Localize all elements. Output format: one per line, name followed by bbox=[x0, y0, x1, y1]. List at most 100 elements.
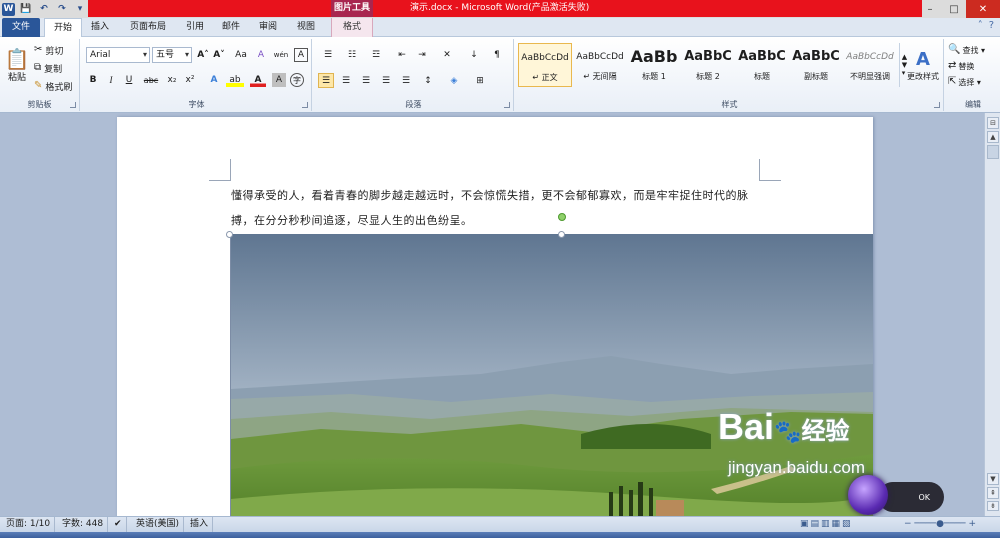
tab-page-layout[interactable]: 页面布局 bbox=[122, 18, 174, 37]
borders-button[interactable]: ⊞ bbox=[470, 73, 490, 88]
scroll-down-button[interactable]: ▼ bbox=[987, 473, 999, 485]
bullets-button[interactable]: ☰ bbox=[318, 48, 338, 62]
maximize-button[interactable]: □ bbox=[942, 0, 966, 18]
distributed-button[interactable]: ☰ bbox=[398, 73, 414, 88]
char-shading-button[interactable]: A bbox=[272, 73, 286, 87]
underline-button[interactable]: U bbox=[122, 73, 136, 87]
minimize-button[interactable]: – bbox=[918, 0, 942, 18]
redo-icon[interactable]: ↷ bbox=[55, 2, 69, 16]
shading-button[interactable]: ◈ bbox=[444, 73, 464, 88]
prev-page-button[interactable]: ⇞ bbox=[987, 487, 999, 499]
align-center-button[interactable]: ☰ bbox=[338, 73, 354, 88]
status-word-count[interactable]: 字数: 448 bbox=[58, 517, 109, 532]
font-color-button[interactable]: A bbox=[250, 73, 266, 87]
highlight-button[interactable]: ab bbox=[226, 73, 244, 87]
multilevel-list-button[interactable]: ☲ bbox=[366, 48, 386, 62]
status-bar: 页面: 1/10 字数: 448 ✔ 英语(美国) 插入 ▣▤▥▦▧ − ───… bbox=[0, 516, 1000, 532]
proofing-icon[interactable]: ✔ bbox=[110, 517, 127, 532]
strikethrough-button[interactable]: abc bbox=[140, 73, 162, 87]
style-heading-2[interactable]: AaBbC 标题 2 bbox=[681, 43, 735, 87]
style-heading-1[interactable]: AaBb 标题 1 bbox=[627, 43, 681, 87]
tab-mailings[interactable]: 邮件 bbox=[216, 18, 246, 37]
italic-button[interactable]: I bbox=[104, 73, 118, 87]
word-logo-icon[interactable]: W bbox=[2, 2, 15, 16]
close-button[interactable]: ✕ bbox=[966, 0, 1000, 18]
cut-button[interactable]: ✂ 剪切 bbox=[34, 43, 63, 57]
status-language[interactable]: 英语(美国) bbox=[132, 517, 185, 532]
sort-button[interactable]: ↓ bbox=[466, 48, 482, 62]
shrink-font-button[interactable]: A˅ bbox=[212, 48, 226, 62]
rotate-handle[interactable] bbox=[558, 213, 566, 221]
change-styles-button[interactable]: A 更改样式 bbox=[902, 43, 944, 87]
replace-button[interactable]: ⇄ 替换 bbox=[948, 59, 974, 73]
align-left-button[interactable]: ☰ bbox=[318, 73, 334, 88]
next-page-button[interactable]: ⇟ bbox=[987, 501, 999, 511]
font-launcher[interactable] bbox=[302, 102, 308, 108]
paste-button[interactable]: 📋 粘贴 bbox=[4, 43, 30, 87]
copy-button[interactable]: ⧉ 复制 bbox=[34, 61, 62, 75]
vertical-scrollbar[interactable]: ⊟ ▲ ▼ ⇞ ⇟ bbox=[984, 113, 1000, 516]
quick-access-toolbar: W 💾 ↶ ↷ ▾ bbox=[2, 1, 87, 17]
scroll-up-button[interactable]: ▲ bbox=[987, 131, 999, 143]
status-insert-mode[interactable]: 插入 bbox=[186, 517, 214, 532]
tab-file[interactable]: 文件 bbox=[2, 18, 40, 37]
watermark-brand-latin: Bai bbox=[718, 406, 775, 447]
save-icon[interactable]: 💾 bbox=[19, 2, 33, 16]
format-painter-button[interactable]: ✎ 格式刷 bbox=[34, 79, 72, 93]
clear-format-button[interactable]: A bbox=[254, 48, 268, 62]
tab-review[interactable]: 审阅 bbox=[252, 18, 284, 37]
zoom-slider[interactable]: − ────●──── + bbox=[900, 517, 980, 532]
clipboard-launcher[interactable] bbox=[70, 102, 76, 108]
numbering-button[interactable]: ☷ bbox=[342, 48, 362, 62]
style-no-spacing[interactable]: AaBbCcDd ↵ 无间隔 bbox=[573, 43, 627, 87]
styles-launcher[interactable] bbox=[934, 102, 940, 108]
document-workspace[interactable]: 懂得承受的人，看着青春的脚步越走越远时，不会惊慌失措，更不会郁郁寡欢，而是牢牢捉… bbox=[0, 113, 984, 516]
superscript-button[interactable]: x² bbox=[182, 73, 198, 87]
justify-button[interactable]: ☰ bbox=[378, 73, 394, 88]
char-border-button[interactable]: A bbox=[294, 48, 308, 62]
margin-mark-top-right bbox=[759, 159, 781, 181]
os-taskbar bbox=[0, 532, 1000, 538]
bold-button[interactable]: B bbox=[86, 73, 100, 87]
style-title[interactable]: AaBbC 标题 bbox=[735, 43, 789, 87]
increase-indent-button[interactable]: ⇥ bbox=[414, 48, 430, 62]
styles-group: AaBbCcDd ↵ 正文 AaBbCcDd ↵ 无间隔 AaBb 标题 1 A… bbox=[516, 39, 944, 111]
floating-orb[interactable] bbox=[848, 475, 888, 515]
tab-home[interactable]: 开始 bbox=[44, 18, 82, 37]
tab-insert[interactable]: 插入 bbox=[84, 18, 116, 37]
tab-view[interactable]: 视图 bbox=[290, 18, 322, 37]
ruler-toggle-icon[interactable]: ⊟ bbox=[987, 117, 999, 129]
grow-font-button[interactable]: A˄ bbox=[196, 48, 210, 62]
view-buttons[interactable]: ▣▤▥▦▧ bbox=[796, 517, 857, 532]
subscript-button[interactable]: x₂ bbox=[164, 73, 180, 87]
tab-format[interactable]: 格式 bbox=[331, 18, 373, 37]
status-page[interactable]: 页面: 1/10 bbox=[2, 517, 56, 532]
show-marks-button[interactable]: ¶ bbox=[490, 48, 504, 62]
scroll-thumb[interactable] bbox=[987, 145, 999, 159]
style-subtle-emphasis[interactable]: AaBbCcDd 不明显强调 bbox=[843, 43, 897, 87]
resize-handle-top-left[interactable] bbox=[226, 231, 233, 238]
chinese-layout-button[interactable]: ✕ bbox=[438, 48, 456, 62]
tab-references[interactable]: 引用 bbox=[180, 18, 210, 37]
decrease-indent-button[interactable]: ⇤ bbox=[394, 48, 410, 62]
minimize-ribbon-icon[interactable]: ˄ bbox=[978, 20, 983, 31]
resize-handle-top-center[interactable] bbox=[558, 231, 565, 238]
align-right-button[interactable]: ☰ bbox=[358, 73, 374, 88]
find-button[interactable]: 🔍 查找 ▾ bbox=[948, 43, 985, 57]
style-normal[interactable]: AaBbCcDd ↵ 正文 bbox=[518, 43, 572, 87]
qat-customize-icon[interactable]: ▾ bbox=[73, 2, 87, 16]
text-effect-button[interactable]: A bbox=[206, 73, 222, 87]
font-size-combo[interactable]: 五号 bbox=[152, 47, 192, 63]
select-button[interactable]: ⇱ 选择 ▾ bbox=[948, 75, 981, 89]
paragraph-launcher[interactable] bbox=[504, 102, 510, 108]
replace-icon: ⇄ bbox=[948, 60, 957, 71]
change-case-button[interactable]: Aa bbox=[232, 48, 250, 62]
document-paragraph[interactable]: 懂得承受的人，看着青春的脚步越走越远时，不会惊慌失措，更不会郁郁寡欢，而是牢牢捉… bbox=[231, 183, 761, 233]
enclose-char-button[interactable]: 字 bbox=[290, 73, 304, 87]
style-subtitle[interactable]: AaBbC 副标题 bbox=[789, 43, 843, 87]
phonetic-guide-button[interactable]: wén bbox=[272, 48, 290, 62]
undo-icon[interactable]: ↶ bbox=[37, 2, 51, 16]
line-spacing-button[interactable]: ↕ bbox=[418, 73, 438, 88]
font-name-combo[interactable]: Arial bbox=[86, 47, 150, 63]
help-icon[interactable]: ? bbox=[989, 20, 994, 31]
